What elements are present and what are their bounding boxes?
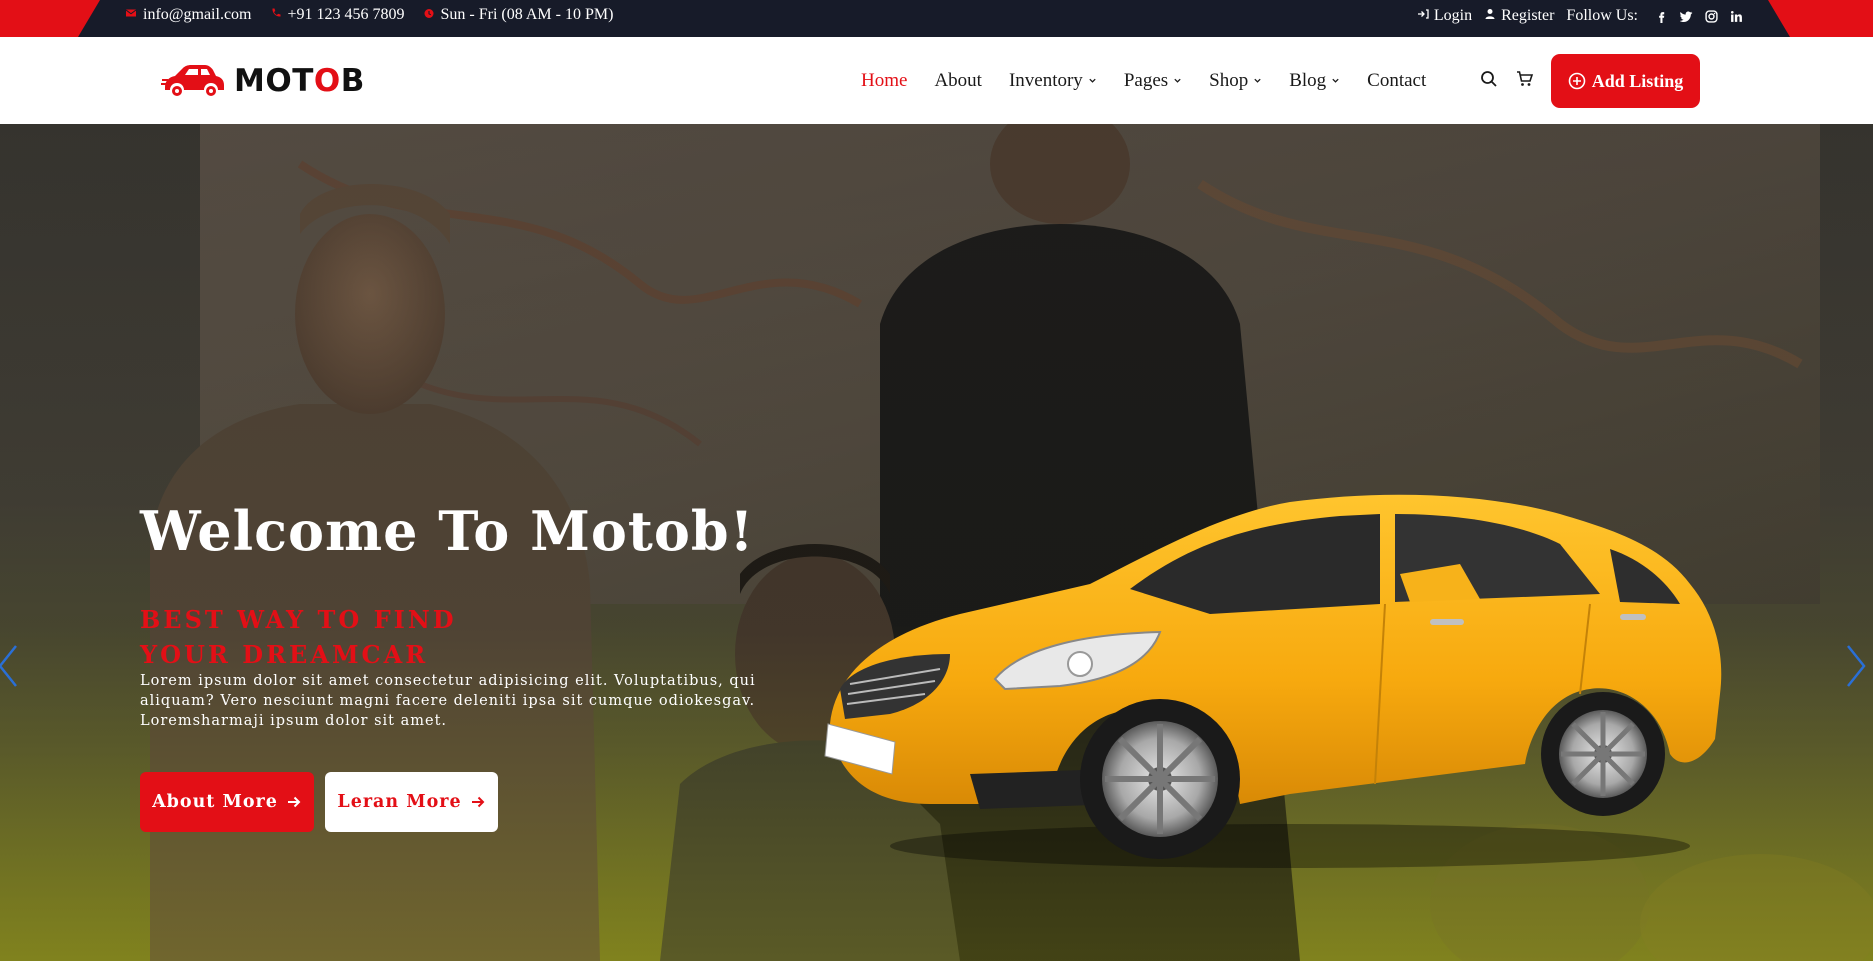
nav-contact-label: Contact [1367,69,1427,91]
logo-text-o: O [313,63,341,99]
nav-item-inventory[interactable]: Inventory [1009,70,1097,92]
register-label: Register [1501,7,1555,24]
register-link[interactable]: Register [1484,7,1554,25]
facebook-icon[interactable] [1654,9,1668,23]
about-more-label: About More [152,792,278,812]
hero-subtitle-line1: BEST WAY TO FIND [140,605,457,634]
clock-icon [423,6,435,24]
nav-item-pages[interactable]: Pages [1124,70,1182,92]
topbar: info@gmail.com +91 123 456 7809 Sun - Fr… [0,0,1873,37]
hero-title: Welcome To Motob! [140,499,755,563]
nav-pages-label: Pages [1123,69,1169,91]
hero-subtitle-line2: YOUR DREAMCAR [140,640,429,669]
hours-text: Sun - Fri (08 AM - 10 PM) [440,6,614,23]
nav-blog-label: Blog [1289,69,1327,91]
main-header: MOTOB Home About Inventory Pages Shop Bl… [0,37,1873,124]
add-listing-label: Add Listing [1591,70,1684,91]
envelope-icon [125,6,137,24]
chevron-down-icon [1332,78,1339,83]
nav-inventory-label: Inventory [1008,69,1083,91]
learn-more-label: Leran More [337,792,462,812]
nav-about-label: About [934,69,982,91]
main-nav: Home About Inventory Pages Shop Blog Con… [861,37,1453,124]
arrow-right-icon [287,796,301,808]
hero-slider: Welcome To Motob! BEST WAY TO FIND YOUR … [0,124,1873,961]
add-listing-button[interactable]: Add Listing [1551,54,1700,108]
topbar-hours: Sun - Fri (08 AM - 10 PM) [423,6,614,24]
nav-item-home[interactable]: Home [861,70,907,92]
about-more-button[interactable]: About More [140,772,314,832]
hero-description: Lorem ipsum dolor sit amet consectetur a… [140,673,756,729]
learn-more-button[interactable]: Leran More [325,772,498,832]
login-label: Login [1433,7,1473,24]
topbar-contact-info: info@gmail.com +91 123 456 7809 Sun - Fr… [125,0,613,30]
yellow-car-image [824,494,1722,868]
email-text: info@gmail.com [143,6,252,23]
user-icon [1484,7,1496,25]
search-icon[interactable] [1480,70,1498,88]
slider-prev-arrow-icon[interactable] [0,642,20,690]
logo-text: MOTOB [234,63,365,99]
topbar-phone[interactable]: +91 123 456 7809 [270,6,405,24]
logo-text-suffix: B [340,63,365,99]
arrow-right-icon [471,796,485,808]
instagram-icon[interactable] [1704,9,1718,23]
site-logo[interactable]: MOTOB [161,59,365,103]
twitter-icon[interactable] [1679,9,1693,23]
hero-subtitle: BEST WAY TO FIND YOUR DREAMCAR [140,602,457,672]
sign-in-icon [1417,7,1429,25]
nav-shop-label: Shop [1209,69,1249,91]
nav-item-blog[interactable]: Blog [1289,70,1340,92]
follow-us-label: Follow Us: [1566,7,1638,24]
slider-next-arrow-icon[interactable] [1844,642,1868,690]
social-links [1654,9,1743,23]
plus-circle-icon [1568,72,1586,90]
chevron-down-icon [1089,78,1096,83]
chevron-down-icon [1254,78,1261,83]
phone-icon [270,6,282,24]
cart-icon[interactable] [1516,70,1534,88]
logo-text-prefix: MOT [234,63,314,99]
nav-item-shop[interactable]: Shop [1209,70,1262,92]
login-link[interactable]: Login [1417,7,1472,25]
topbar-account-links: Login Register Follow Us: [1417,0,1743,32]
nav-item-contact[interactable]: Contact [1367,70,1426,92]
linkedin-icon[interactable] [1729,9,1743,23]
chevron-down-icon [1174,78,1181,83]
nav-home-label: Home [861,69,908,91]
car-logo-icon [161,57,227,105]
topbar-email[interactable]: info@gmail.com [125,6,252,24]
nav-item-about[interactable]: About [934,70,982,92]
phone-text: +91 123 456 7809 [287,6,405,23]
